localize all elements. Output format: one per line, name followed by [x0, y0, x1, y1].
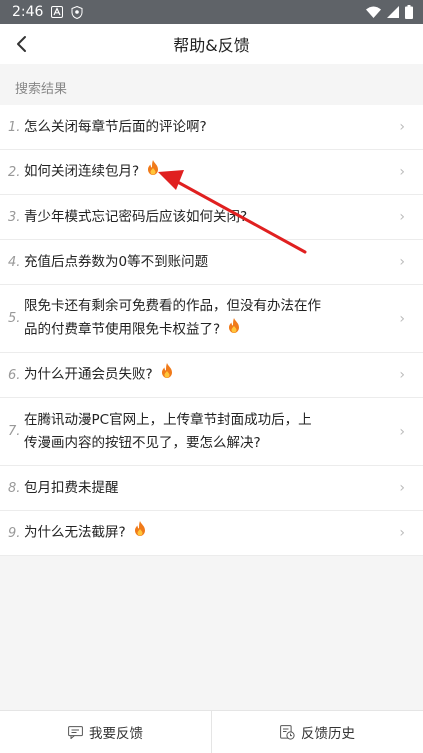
feedback-button[interactable]: 我要反馈 [0, 711, 211, 753]
chevron-left-icon [17, 36, 26, 52]
item-number: 8. [8, 480, 21, 496]
fire-icon [228, 318, 240, 341]
back-button[interactable] [10, 32, 34, 56]
chevron-right-icon: › [399, 367, 405, 383]
history-icon [280, 724, 295, 740]
chevron-right-icon: › [399, 423, 405, 440]
item-text: 限免卡还有剩余可免费看的作品，但没有办法在作品的付费章节使用限免卡权益了? [24, 298, 321, 338]
search-results-label: 搜索结果 [15, 82, 68, 97]
item-text: 怎么关闭每章节后面的评论啊? [24, 118, 207, 135]
chevron-right-icon: › [399, 119, 405, 135]
list-item[interactable]: 5. 限免卡还有剩余可免费看的作品，但没有办法在作品的付费章节使用限免卡权益了?… [0, 285, 423, 353]
item-number: 2. [8, 164, 21, 180]
item-number: 1. [8, 119, 21, 135]
list-item[interactable]: 3. 青少年模式忘记密码后应该如何关闭? › [0, 195, 423, 240]
fire-icon [147, 160, 159, 183]
item-text: 包月扣费未提醒 [24, 479, 119, 496]
chevron-right-icon: › [399, 310, 405, 327]
chevron-right-icon: › [399, 525, 405, 541]
item-number: 6. [8, 367, 21, 383]
item-text: 如何关闭连续包月? [24, 163, 140, 180]
item-number: 9. [8, 525, 21, 541]
chevron-right-icon: › [399, 209, 405, 225]
item-text: 为什么开通会员失败? [24, 366, 153, 383]
fire-icon [134, 521, 146, 544]
list-item[interactable]: 1. 怎么关闭每章节后面的评论啊? › [0, 105, 423, 150]
feedback-history-button[interactable]: 反馈历史 [212, 711, 423, 753]
top-bar: 帮助&反馈 [0, 24, 423, 64]
list-item[interactable]: 6. 为什么开通会员失败? › [0, 353, 423, 398]
page-title: 帮助&反馈 [173, 36, 250, 55]
status-bar: 2:46 [0, 0, 423, 24]
item-number: 3. [8, 209, 21, 225]
item-text: 充值后点券数为0等不到账问题 [24, 253, 209, 270]
list-item[interactable]: 9. 为什么无法截屏? › [0, 511, 423, 556]
bottom-bar: 我要反馈 反馈历史 [0, 710, 423, 753]
status-time: 2:46 [12, 4, 44, 20]
notification-a-icon [51, 6, 64, 18]
item-number: 4. [8, 254, 21, 270]
item-number: 7. [8, 424, 21, 439]
list-item[interactable]: 4. 充值后点券数为0等不到账问题 › [0, 240, 423, 285]
signal-icon [387, 6, 399, 18]
list-item[interactable]: 7. 在腾讯动漫PC官网上，上传章节封面成功后，上传漫画内容的按钮不见了，要怎么… [0, 398, 423, 466]
battery-icon [405, 5, 413, 19]
fire-icon [161, 363, 173, 386]
wifi-icon [366, 6, 381, 18]
chevron-right-icon: › [399, 164, 405, 180]
feedback-label: 我要反馈 [89, 726, 143, 742]
list-item[interactable]: 2. 如何关闭连续包月? › [0, 150, 423, 195]
item-number: 5. [8, 311, 21, 326]
shield-icon [71, 5, 83, 19]
question-list: 1. 怎么关闭每章节后面的评论啊? › 2. 如何关闭连续包月? › 3. 青少… [0, 105, 423, 556]
item-text: 为什么无法截屏? [24, 524, 126, 541]
item-text: 在腾讯动漫PC官网上，上传章节封面成功后，上传漫画内容的按钮不见了，要怎么解决? [24, 411, 312, 451]
item-text: 青少年模式忘记密码后应该如何关闭? [24, 208, 248, 225]
message-icon [68, 725, 83, 739]
history-label: 反馈历史 [301, 726, 355, 742]
chevron-right-icon: › [399, 254, 405, 270]
list-item[interactable]: 8. 包月扣费未提醒 › [0, 466, 423, 511]
chevron-right-icon: › [399, 480, 405, 496]
